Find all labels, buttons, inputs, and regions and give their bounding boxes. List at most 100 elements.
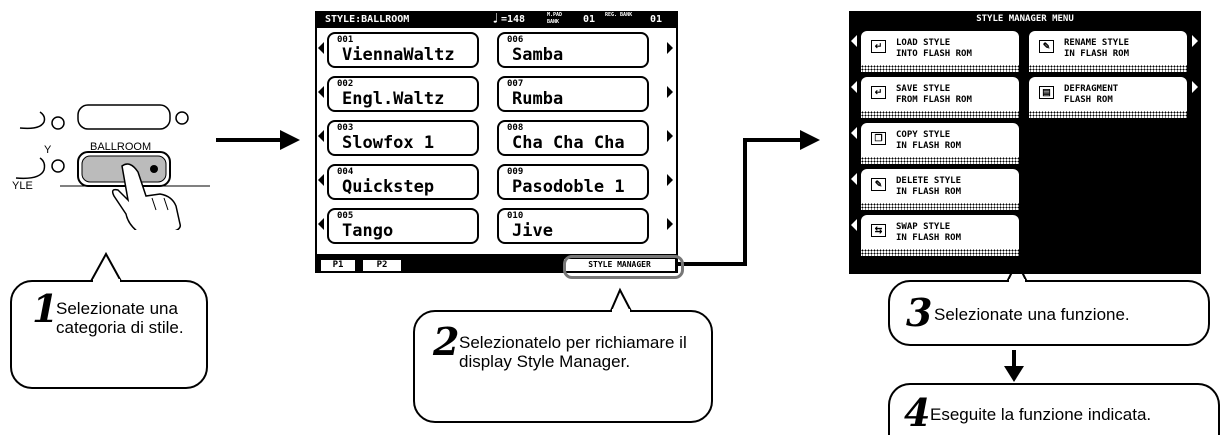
step-1-text: Selezionate una categoria di stile. (56, 299, 184, 337)
tail-cover-1 (93, 279, 120, 283)
select-arrow-right-icon[interactable] (1192, 35, 1198, 47)
tempo-icon: ♩ (491, 11, 500, 27)
ballroom-label: BALLROOM (90, 141, 152, 153)
dither-pattern (1029, 111, 1187, 118)
style-name: Engl.Waltz (342, 89, 445, 109)
style-name: Cha Cha Cha (512, 133, 625, 153)
step-3-number: 3 (906, 290, 933, 335)
delete-icon: ✎ (871, 178, 886, 191)
select-arrow-right-icon[interactable] (667, 130, 673, 142)
select-arrow-left-icon[interactable] (851, 35, 857, 47)
menu-item-defragment[interactable]: ▤ DEFRAGMENT FLASH ROM (1029, 77, 1187, 118)
style-manager-highlight (563, 255, 684, 279)
menu-item-load-style[interactable]: ↵ LOAD STYLE INTO FLASH ROM (861, 31, 1019, 72)
select-arrow-left-icon[interactable] (318, 42, 324, 54)
style-name: Quickstep (342, 177, 435, 197)
select-arrow-right-icon[interactable] (1192, 81, 1198, 93)
style-button[interactable]: 003 Slowfox 1 (327, 120, 479, 156)
style-button[interactable]: 004 Quickstep (327, 164, 479, 200)
dither-pattern (861, 65, 1019, 72)
callout-step-2: 2 Selezionatelo per richiamare il displa… (413, 310, 713, 423)
reg-bank-value: 01 (650, 14, 663, 25)
multipad-bank-label: M.PAD BANK (547, 12, 563, 25)
style-button[interactable]: 006 Samba (497, 32, 649, 68)
swap-icon: ⇆ (871, 224, 886, 237)
step-4-text: Eseguite la funzione indicata. (930, 405, 1152, 424)
style-name: Pasodoble 1 (512, 177, 625, 197)
callout-step-1: 1 Selezionate una categoria di stile. (10, 280, 208, 389)
step-2-number: 2 (433, 319, 460, 364)
menu-item-label: SWAP STYLE IN FLASH ROM (896, 222, 962, 243)
select-arrow-right-icon[interactable] (667, 86, 673, 98)
select-arrow-left-icon[interactable] (851, 127, 857, 139)
style-panel: Y BALLROOM YLE (10, 100, 210, 230)
menu-item-swap-style[interactable]: ⇆ SWAP STYLE IN FLASH ROM (861, 215, 1019, 256)
step-4-number: 4 (904, 390, 931, 435)
style-button[interactable]: 001 ViennaWaltz (327, 32, 479, 68)
tab-p2[interactable]: P2 (363, 260, 401, 271)
style-button[interactable]: 002 Engl.Waltz (327, 76, 479, 112)
manager-title: STYLE MANAGER MENU (976, 14, 1074, 24)
select-arrow-left-icon[interactable] (851, 219, 857, 231)
select-arrow-right-icon[interactable] (667, 218, 673, 230)
multipad-bank-value: 01 (583, 14, 596, 25)
copy-icon: ❐ (871, 132, 886, 145)
defragment-icon: ▤ (1039, 86, 1054, 99)
select-arrow-left-icon[interactable] (318, 130, 324, 142)
partial-label-left: Y (44, 144, 52, 156)
menu-item-rename-style[interactable]: ✎ RENAME STYLE IN FLASH ROM (1029, 31, 1187, 72)
display-title: STYLE:BALLROOM (325, 14, 410, 25)
menu-item-label: LOAD STYLE INTO FLASH ROM (896, 38, 972, 59)
style-name: Tango (342, 221, 394, 241)
style-button[interactable]: 008 Cha Cha Cha (497, 120, 649, 156)
menu-item-label: COPY STYLE IN FLASH ROM (896, 130, 962, 151)
style-select-display: STYLE:BALLROOM ♩ =148 M.PAD BANK 01 REG.… (315, 11, 678, 273)
style-button[interactable]: 007 Rumba (497, 76, 649, 112)
rename-icon: ✎ (1039, 40, 1054, 53)
menu-item-label: RENAME STYLE IN FLASH ROM (1064, 38, 1130, 59)
menu-item-label: DELETE STYLE IN FLASH ROM (896, 176, 962, 197)
style-button[interactable]: 009 Pasodoble 1 (497, 164, 649, 200)
select-arrow-left-icon[interactable] (318, 218, 324, 230)
step-3-text: Selezionate una funzione. (934, 305, 1130, 324)
style-name: Slowfox 1 (342, 133, 435, 153)
tab-p1[interactable]: P1 (321, 260, 355, 271)
ballroom-button[interactable] (90, 154, 166, 186)
callout-step-4: 4 Eseguite la funzione indicata. (888, 383, 1220, 435)
style-manager-display: STYLE MANAGER MENU ↵ LOAD STYLE INTO FLAS… (849, 11, 1201, 274)
select-arrow-left-icon[interactable] (851, 173, 857, 185)
menu-item-save-style[interactable]: ↵ SAVE STYLE FROM FLASH ROM (861, 77, 1019, 118)
menu-item-copy-style[interactable]: ❐ COPY STYLE IN FLASH ROM (861, 123, 1019, 164)
dither-pattern (861, 111, 1019, 118)
dither-pattern (861, 203, 1019, 210)
dither-pattern (861, 157, 1019, 164)
reg-bank-label: REG. BANK (605, 12, 633, 18)
display-header: STYLE:BALLROOM ♩ =148 M.PAD BANK 01 REG.… (315, 11, 678, 28)
partial-label-bottom: YLE (12, 180, 33, 192)
tail-cover-2 (612, 309, 630, 313)
select-arrow-right-icon[interactable] (667, 174, 673, 186)
style-button[interactable]: 005 Tango (327, 208, 479, 244)
style-name: Samba (512, 45, 564, 65)
style-name: ViennaWaltz (342, 45, 455, 65)
load-icon: ↵ (871, 40, 886, 53)
menu-item-delete-style[interactable]: ✎ DELETE STYLE IN FLASH ROM (861, 169, 1019, 210)
style-name: Jive (512, 221, 553, 241)
step-1-number: 1 (32, 286, 59, 331)
style-list: 001 ViennaWaltz 002 Engl.Waltz 003 Slowf… (317, 28, 676, 254)
menu-item-label: DEFRAGMENT FLASH ROM (1064, 84, 1119, 105)
save-icon: ↵ (871, 86, 886, 99)
select-arrow-right-icon[interactable] (667, 42, 673, 54)
style-button[interactable]: 010 Jive (497, 208, 649, 244)
step-2-text: Selezionatelo per richiamare il display … (459, 333, 687, 371)
select-arrow-left-icon[interactable] (851, 81, 857, 93)
dither-pattern (861, 249, 1019, 256)
select-arrow-left-icon[interactable] (318, 86, 324, 98)
tail-cover-3 (1009, 279, 1025, 283)
style-name: Rumba (512, 89, 564, 109)
tempo-value: =148 (501, 14, 526, 25)
dither-pattern (1029, 65, 1187, 72)
callout-step-3: 3 Selezionate una funzione. (888, 280, 1210, 346)
menu-item-label: SAVE STYLE FROM FLASH ROM (896, 84, 972, 105)
select-arrow-left-icon[interactable] (318, 174, 324, 186)
